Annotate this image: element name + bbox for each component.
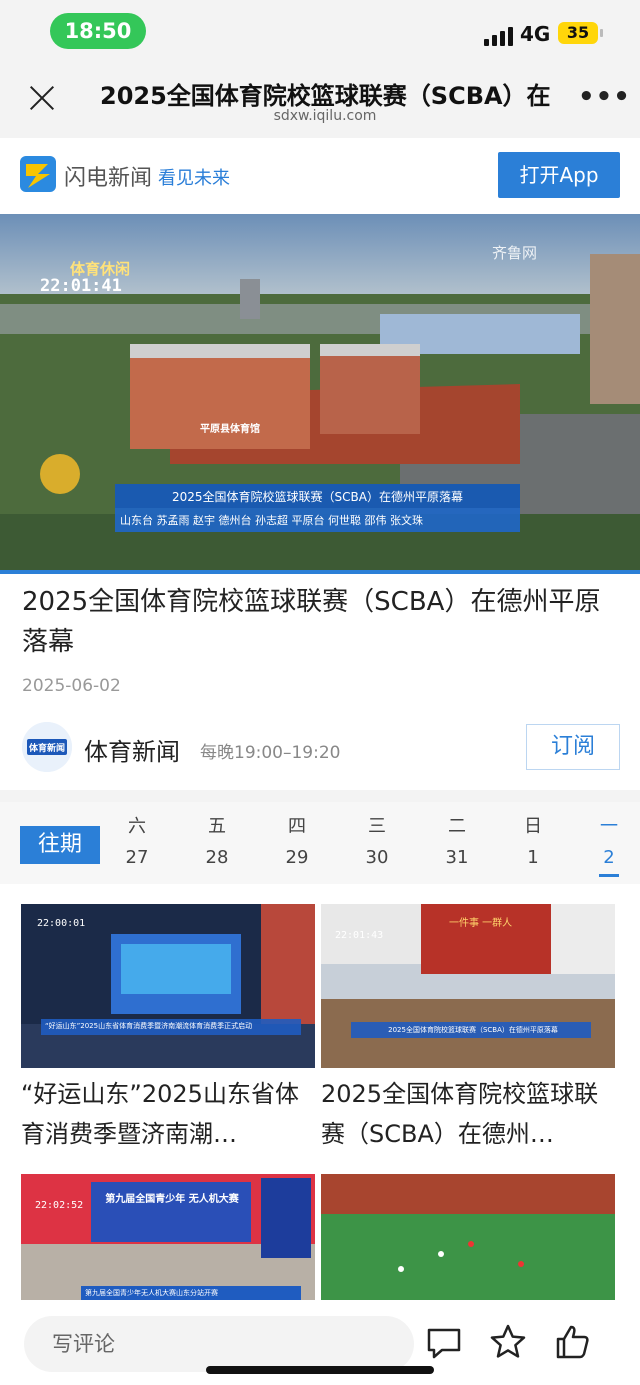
app-banner: 闪电新闻 看见未来 打开App [0, 138, 640, 214]
video-caption-main: 2025全国体育院校篮球联赛（SCBA）在德州平原落幕 [172, 490, 463, 504]
channel-avatar[interactable]: 体育新闻 [22, 722, 72, 772]
thumb-caption: 第九届全国青少年无人机大赛山东分站开赛 [85, 1289, 218, 1297]
video-player[interactable]: 体育休闲 22:01:41 齐鲁网 平原县体育馆 2025全国体育院校篮球联赛（… [0, 214, 640, 572]
date-tab-weekday: 五 [208, 816, 226, 837]
date-tab[interactable]: 三 30 [352, 812, 402, 874]
date-tab-weekday: 四 [288, 816, 306, 837]
comment-input[interactable]: 写评论 [24, 1316, 414, 1372]
channel-logo-icon [40, 454, 80, 494]
battery-icon: 35 [558, 22, 603, 44]
article-date: 2025-06-02 [22, 676, 121, 696]
close-button[interactable] [22, 78, 62, 118]
date-tab-day: 30 [365, 847, 389, 868]
date-tab-day: 29 [285, 847, 309, 868]
thumb-clock: 22:00:01 [37, 918, 86, 929]
home-indicator[interactable] [206, 1366, 434, 1374]
video-caption-sub: 山东台 苏孟雨 赵宇 德州台 孙志超 平原台 何世聪 邵伟 张文珠 [120, 514, 423, 527]
episode-card-title: “好运山东”2025山东省体育消费季暨济南潮… [21, 1080, 299, 1148]
date-tab-weekday: 一 [600, 816, 618, 837]
episode-card[interactable]: 22:02:52 第九届全国青少年 无人机大赛 第九届全国青少年无人机大赛山东分… [21, 1174, 315, 1300]
date-tab-weekday: 日 [524, 816, 542, 837]
episode-thumbnail [321, 1174, 615, 1300]
video-progress-fill [0, 570, 640, 574]
article-title: 2025全国体育院校篮球联赛（SCBA）在德州平原落幕 [22, 587, 601, 657]
date-tab-day: 31 [445, 847, 469, 868]
date-tab[interactable]: 四 29 [272, 812, 322, 874]
episode-card[interactable]: 22:01:43 一件事 一群人 2025全国体育院校篮球联赛（SCBA）在德州… [321, 904, 615, 1154]
spacer [0, 884, 640, 902]
video-watermark: 齐鲁网 [492, 244, 538, 262]
channel-avatar-text: 体育新闻 [28, 744, 65, 754]
brand-slogan: 看见未来 [158, 168, 230, 189]
date-tab-weekday: 六 [128, 816, 146, 837]
episode-card[interactable]: 22:00:01 “好运山东”2025山东省体育消费季暨济南潮流体育消费季正式启… [21, 904, 315, 1154]
open-app-button[interactable]: 打开App [498, 152, 620, 198]
subscribe-button[interactable]: 订阅 [526, 724, 620, 770]
past-episodes-button[interactable]: 往期 [20, 826, 100, 864]
channel-row: 体育新闻 体育新闻 每晚19:00–19:20 订阅 [0, 716, 640, 786]
building-sign: 平原县体育馆 [200, 424, 260, 435]
date-tab[interactable]: 二 31 [432, 812, 482, 874]
thumb-banner: 一件事 一群人 [449, 918, 513, 929]
episode-thumbnail: 22:00:01 “好运山东”2025山东省体育消费季暨济南潮流体育消费季正式启… [21, 904, 315, 1068]
status-bar: 18:50 4G 35 [0, 0, 640, 62]
date-tab-weekday: 二 [448, 816, 466, 837]
episode-card-title: 2025全国体育院校篮球联赛（SCBA）在德州… [321, 1080, 599, 1148]
page-title: 2025全国体育院校篮球联赛（SCBA）在 [100, 82, 550, 110]
date-tab-day: 2 [584, 842, 634, 874]
date-tab-selected[interactable]: 一2 [584, 812, 634, 874]
cellular-signal-icon [484, 26, 514, 46]
video-clock: 22:01:41 [40, 276, 122, 296]
episode-thumbnail: 22:01:43 一件事 一群人 2025全国体育院校篮球联赛（SCBA）在德州… [321, 904, 615, 1068]
thumb-clock: 22:02:52 [35, 1200, 84, 1211]
comment-icon[interactable] [424, 1322, 464, 1362]
lightning-logo-icon [20, 156, 56, 192]
episode-thumbnail: 22:02:52 第九届全国青少年 无人机大赛 第九届全国青少年无人机大赛山东分… [21, 1174, 315, 1300]
date-tab[interactable]: 五 28 [192, 812, 242, 874]
brand-name: 闪电新闻 [64, 166, 153, 191]
date-tab-day: 1 [527, 847, 539, 868]
thumb-clock: 22:01:43 [335, 930, 384, 941]
thumb-caption: 2025全国体育院校篮球联赛（SCBA）在德州平原落幕 [388, 1026, 558, 1034]
date-tab-weekday: 三 [368, 816, 386, 837]
section-divider [0, 790, 640, 802]
page-url: sdxw.iqilu.com [273, 108, 377, 124]
episode-card[interactable] [321, 1174, 615, 1300]
status-time: 18:50 [50, 13, 146, 49]
channel-schedule: 每晚19:00–19:20 [200, 743, 341, 763]
video-progress-bar[interactable] [0, 570, 640, 574]
date-tab[interactable]: 日1 [508, 812, 558, 874]
episode-date-strip: 往期 六 27 五 28 四 29 三 30 二 31 日1 一2 [0, 802, 640, 884]
browser-title-bar: 2025全国体育院校篮球联赛（SCBA）在 sdxw.iqilu.com ••• [0, 62, 640, 138]
thumbs-up-icon[interactable] [552, 1322, 592, 1362]
date-tab-day: 27 [125, 847, 149, 868]
star-favorite-icon[interactable] [488, 1322, 528, 1362]
more-options-button[interactable]: ••• [578, 82, 630, 112]
date-tab[interactable]: 六 27 [112, 812, 162, 874]
channel-name[interactable]: 体育新闻 [84, 732, 180, 767]
date-tab-day: 28 [205, 847, 229, 868]
thumb-caption: “好运山东”2025山东省体育消费季暨济南潮流体育消费季正式启动 [45, 1022, 253, 1030]
network-type: 4G [520, 22, 551, 46]
thumb-banner: 第九届全国青少年 无人机大赛 [105, 1194, 239, 1205]
